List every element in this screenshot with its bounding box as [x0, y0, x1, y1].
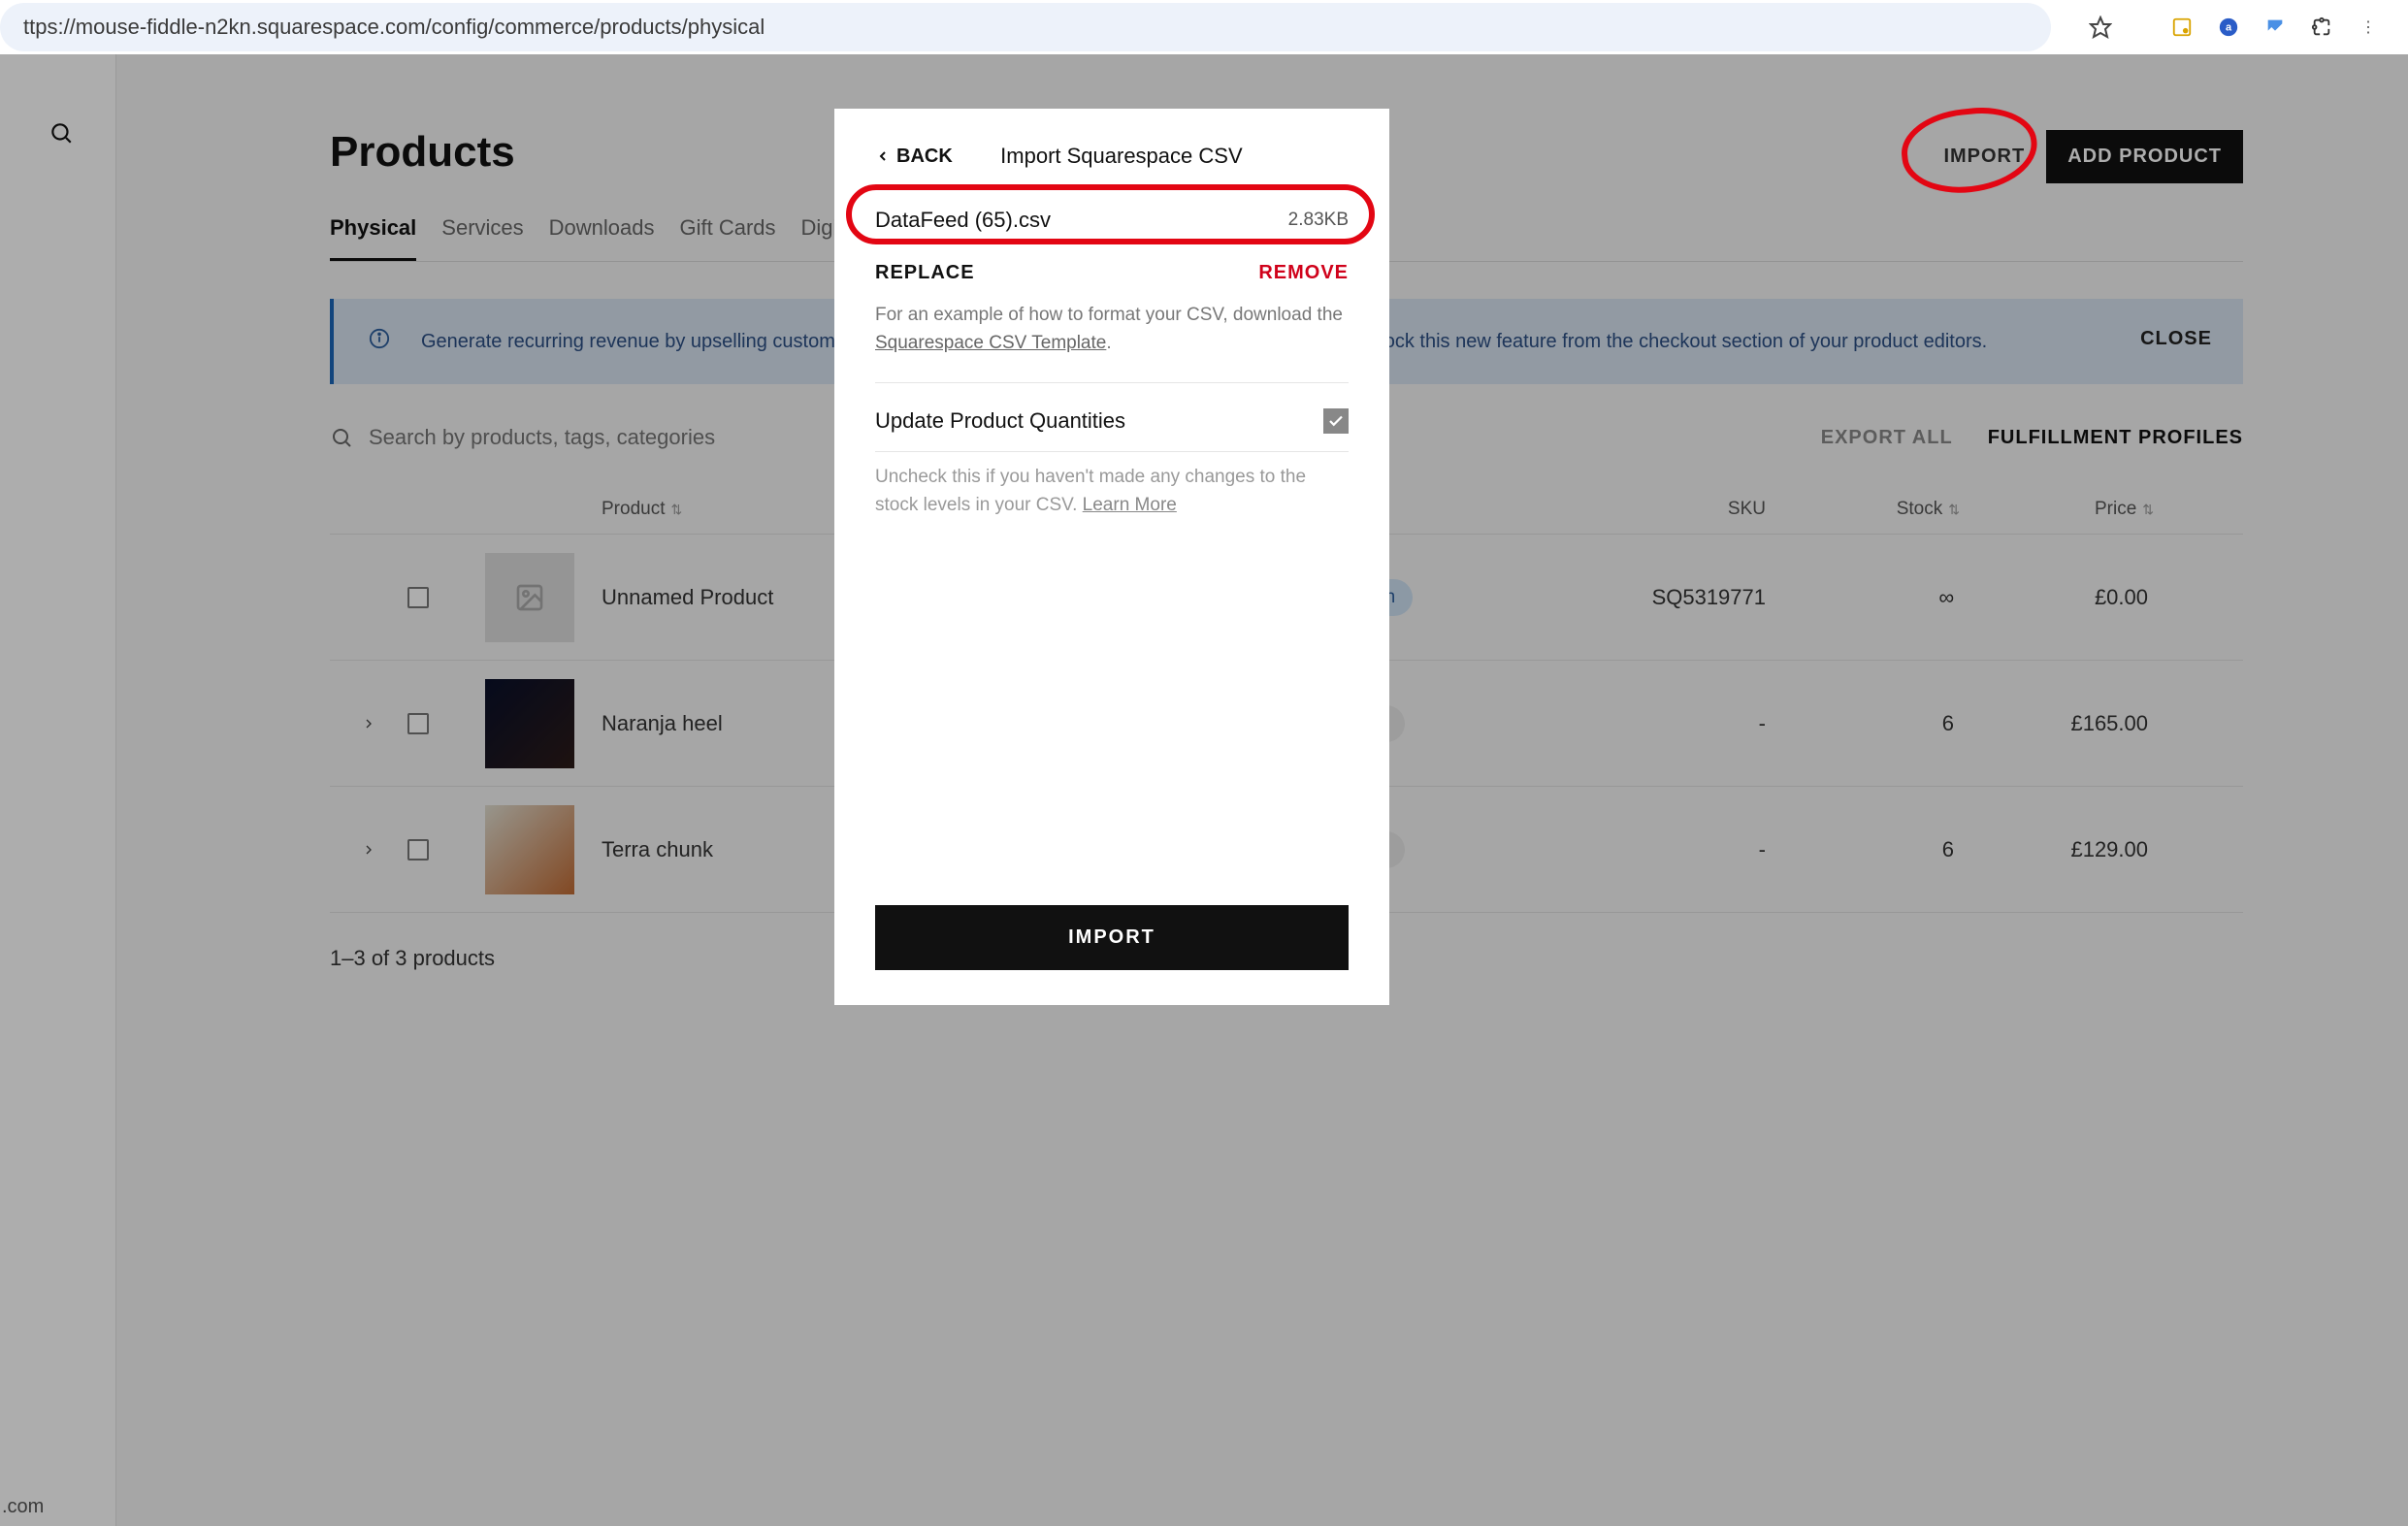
file-size: 2.83KB: [1288, 210, 1349, 231]
modal-title: Import Squarespace CSV: [953, 144, 1290, 169]
update-qty-label: Update Product Quantities: [875, 408, 1125, 434]
replace-button[interactable]: REPLACE: [875, 262, 975, 284]
product-thumb: [485, 805, 574, 894]
col-stock[interactable]: Stock ⇅: [1766, 499, 1960, 520]
col-stock-label: Stock: [1897, 499, 1943, 520]
product-sku: -: [1552, 837, 1766, 862]
check-icon: [1327, 412, 1345, 430]
help-text-1: For an example of how to format your CSV…: [875, 305, 1343, 325]
ext2-icon[interactable]: a: [2216, 15, 2241, 40]
product-stock: ∞: [1766, 585, 1960, 610]
file-name: DataFeed (65).csv: [875, 208, 1051, 233]
product-sku: -: [1552, 711, 1766, 736]
ext1-icon[interactable]: [2169, 15, 2195, 40]
tab-gift-cards[interactable]: Gift Cards: [679, 215, 775, 261]
banner-close-button[interactable]: CLOSE: [2140, 328, 2212, 350]
csv-template-link[interactable]: Squarespace CSV Template: [875, 333, 1106, 353]
product-thumb: [485, 553, 574, 642]
learn-more-link[interactable]: Learn More: [1083, 495, 1177, 515]
search-box[interactable]: [330, 425, 834, 450]
footer-domain-text: .com: [2, 1496, 44, 1518]
search-input[interactable]: [369, 425, 834, 450]
back-button[interactable]: BACK: [875, 146, 953, 168]
file-actions: REPLACE REMOVE: [875, 262, 1349, 284]
col-sku-label: SKU: [1728, 499, 1766, 520]
update-qty-checkbox[interactable]: [1323, 408, 1349, 434]
product-stock: 6: [1766, 711, 1960, 736]
header-actions: IMPORT ADD PRODUCT: [1943, 130, 2243, 183]
modal-footer: IMPORT: [875, 905, 1349, 970]
chevron-left-icon: [875, 148, 891, 164]
remove-button[interactable]: REMOVE: [1258, 262, 1349, 284]
import-submit-button[interactable]: IMPORT: [875, 905, 1349, 970]
left-rail: [0, 54, 116, 1526]
sort-icon: ⇅: [2142, 502, 2154, 518]
browser-chrome: ttps://mouse-fiddle-n2kn.squarespace.com…: [0, 0, 2408, 54]
search-icon: [330, 426, 353, 449]
ext-puzzle-icon[interactable]: [2309, 15, 2334, 40]
tab-physical[interactable]: Physical: [330, 215, 416, 261]
col-sku[interactable]: SKU: [1552, 499, 1766, 520]
row-checkbox[interactable]: [407, 587, 429, 608]
import-link[interactable]: IMPORT: [1943, 146, 2025, 168]
url-text: ttps://mouse-fiddle-n2kn.squarespace.com…: [23, 15, 765, 40]
product-price: £165.00: [1960, 711, 2154, 736]
sort-icon: ⇅: [1948, 502, 1960, 518]
svg-text:a: a: [2226, 22, 2232, 34]
tool-row-actions: EXPORT ALL FULFILLMENT PROFILES: [1821, 427, 2243, 449]
product-price: £129.00: [1960, 837, 2154, 862]
modal-header: BACK Import Squarespace CSV: [875, 144, 1349, 169]
product-price: £0.00: [1960, 585, 2154, 610]
back-label: BACK: [896, 146, 953, 168]
product-stock: 6: [1766, 837, 1960, 862]
row-expand-icon[interactable]: [330, 842, 407, 858]
product-sku: SQ5319771: [1552, 585, 1766, 610]
fulfillment-profiles-button[interactable]: FULFILLMENT PROFILES: [1988, 427, 2243, 449]
star-icon[interactable]: [2088, 15, 2113, 40]
sort-icon: ⇅: [670, 502, 682, 518]
tab-downloads[interactable]: Downloads: [549, 215, 655, 261]
tab-services[interactable]: Services: [441, 215, 523, 261]
selected-file-row: DataFeed (65).csv 2.83KB: [875, 196, 1349, 244]
rail-search-icon[interactable]: [49, 120, 74, 150]
address-bar[interactable]: ttps://mouse-fiddle-n2kn.squarespace.com…: [0, 3, 2051, 51]
export-all-button[interactable]: EXPORT ALL: [1821, 427, 1953, 449]
info-icon: [369, 328, 390, 355]
col-price-label: Price: [2095, 499, 2136, 520]
row-expand-icon[interactable]: [330, 716, 407, 731]
add-product-button[interactable]: ADD PRODUCT: [2046, 130, 2243, 183]
update-qty-row: Update Product Quantities: [875, 408, 1349, 452]
col-product-label: Product: [602, 499, 665, 520]
browser-chrome-actions: a ⋮: [2061, 15, 2408, 40]
import-csv-modal: BACK Import Squarespace CSV DataFeed (65…: [834, 109, 1389, 1005]
ext3-icon[interactable]: [2262, 15, 2288, 40]
col-price[interactable]: Price ⇅: [1960, 499, 2154, 520]
row-checkbox[interactable]: [407, 839, 429, 860]
row-checkbox[interactable]: [407, 713, 429, 734]
app-root: Products IMPORT ADD PRODUCT Physical Ser…: [0, 54, 2408, 1526]
chrome-more-icon[interactable]: ⋮: [2356, 15, 2381, 40]
update-qty-help: Uncheck this if you haven't made any cha…: [875, 464, 1349, 519]
product-thumb: [485, 679, 574, 768]
csv-format-help: For an example of how to format your CSV…: [875, 302, 1349, 383]
